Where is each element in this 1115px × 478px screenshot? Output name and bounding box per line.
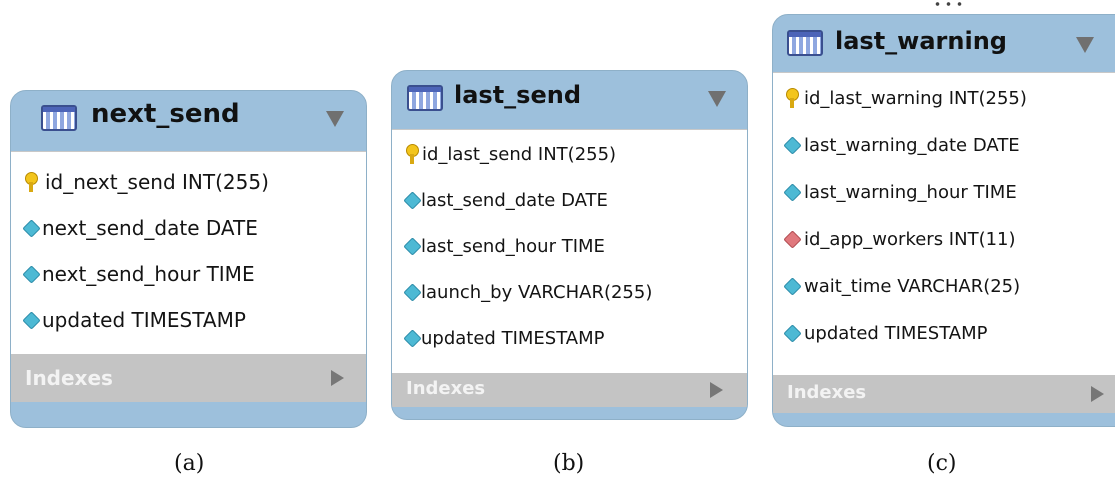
column-label: id_last_send INT(255) [422,143,617,165]
column-row[interactable]: launch_by VARCHAR(255) [403,277,747,307]
column-row[interactable]: updated TIMESTAMP [403,323,747,353]
triangle-down-icon[interactable] [326,111,344,127]
triangle-right-icon[interactable] [331,370,344,386]
column-label: wait_time VARCHAR(25) [804,275,1021,297]
column-row[interactable]: updated TIMESTAMP [783,318,1115,348]
diamond-icon [403,190,422,210]
column-row[interactable]: id_last_send INT(255) [406,139,747,169]
column-label: last_warning_hour TIME [804,181,1017,203]
diamond-icon [783,135,802,155]
column-row[interactable]: next_send_hour TIME [22,258,366,290]
indexes-section[interactable]: Indexes [11,354,366,402]
diamond-icon [403,328,422,348]
column-row[interactable]: last_send_hour TIME [403,231,747,261]
column-row[interactable]: wait_time VARCHAR(25) [783,271,1115,301]
entity-header[interactable]: last_send [392,71,747,125]
column-label: id_app_workers INT(11) [804,228,1016,250]
key-icon [25,172,38,192]
column-label: next_send_hour TIME [42,262,255,286]
column-label: last_send_hour TIME [421,235,605,257]
column-row[interactable]: last_warning_date DATE [783,130,1115,160]
column-row[interactable]: id_app_workers INT(11) [783,224,1115,254]
column-row[interactable]: next_send_date DATE [22,212,366,244]
caption-b: (b) [553,451,585,476]
column-label: next_send_date DATE [42,216,258,240]
entity-next-send: next_send id_next_send INT(255) next_sen… [10,90,367,428]
diamond-icon [783,182,802,202]
column-label: launch_by VARCHAR(255) [421,281,653,303]
key-icon [786,88,799,108]
key-icon [406,144,419,164]
diamond-icon [22,310,41,330]
column-list: id_next_send INT(255) next_send_date DAT… [11,151,366,355]
diamond-icon [22,264,41,284]
entity-last-warning: last_warning id_last_warning INT(255) la… [772,14,1115,427]
table-icon [787,30,823,56]
column-list: id_last_warning INT(255) last_warning_da… [773,72,1115,376]
caption-a: (a) [174,451,205,476]
entity-header[interactable]: next_send [11,91,366,141]
entity-header[interactable]: last_warning [773,15,1115,69]
triangle-right-icon[interactable] [710,382,723,398]
column-row[interactable]: last_send_date DATE [403,185,747,215]
column-label: updated TIMESTAMP [42,308,246,332]
indexes-label: Indexes [787,382,867,403]
triangle-right-icon[interactable] [1091,386,1104,402]
column-row[interactable]: last_warning_hour TIME [783,177,1115,207]
caption-c: (c) [927,451,957,476]
column-list: id_last_send INT(255) last_send_date DAT… [392,129,747,374]
indexes-section[interactable]: Indexes [392,373,747,407]
diamond-icon [783,323,802,343]
table-icon [41,105,77,131]
diamond-icon [403,282,422,302]
indexes-label: Indexes [25,366,113,390]
diamond-icon [403,236,422,256]
entity-title: next_send [91,99,240,129]
entity-title: last_warning [835,27,1007,55]
column-row[interactable]: updated TIMESTAMP [22,304,366,336]
diamond-icon [783,276,802,296]
table-icon [407,85,443,111]
column-row[interactable]: id_next_send INT(255) [25,166,366,198]
indexes-section[interactable]: Indexes [773,375,1115,413]
column-label: id_next_send INT(255) [45,170,269,194]
triangle-down-icon[interactable] [708,91,726,107]
ellipsis-dots [932,0,966,8]
column-label: updated TIMESTAMP [804,322,988,344]
indexes-label: Indexes [406,378,486,399]
triangle-down-icon[interactable] [1076,37,1094,53]
column-label: last_warning_date DATE [804,134,1020,156]
diamond-icon [22,218,41,238]
entity-title: last_send [454,81,582,109]
column-label: updated TIMESTAMP [421,327,605,349]
column-label: last_send_date DATE [421,189,608,211]
column-label: id_last_warning INT(255) [804,87,1027,109]
entity-last-send: last_send id_last_send INT(255) last_sen… [391,70,748,420]
column-row[interactable]: id_last_warning INT(255) [786,83,1115,113]
foreign-key-diamond-icon [783,229,802,249]
